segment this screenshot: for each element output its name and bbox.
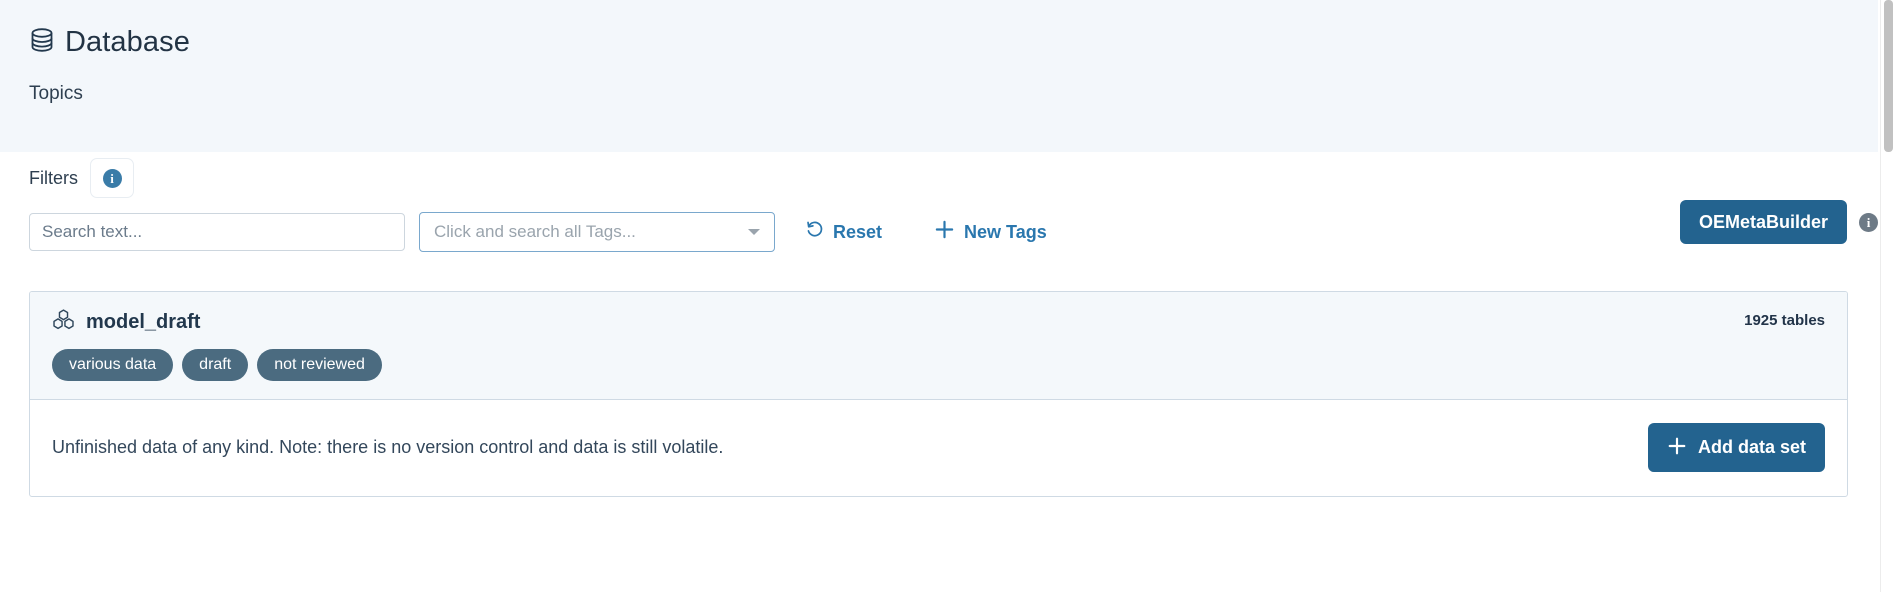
- dataset-table-count: 1925 tables: [1744, 312, 1825, 329]
- oemetabuilder-button[interactable]: OEMetaBuilder: [1679, 200, 1847, 244]
- filters-controls-row: Click and search all Tags... Reset: [0, 204, 1878, 260]
- scrollbar-thumb[interactable]: [1884, 0, 1893, 152]
- reset-button-label: Reset: [833, 221, 883, 242]
- vertical-scrollbar[interactable]: [1880, 0, 1896, 592]
- boxes-icon: [52, 308, 75, 336]
- dataset-card-header: model_draft 1925 tables various data dra…: [30, 292, 1847, 400]
- undo-arrow-icon: [805, 220, 824, 244]
- new-tags-button[interactable]: New Tags: [930, 213, 1051, 251]
- plus-icon: [1667, 436, 1687, 459]
- oemetabuilder-info-icon[interactable]: i: [1859, 212, 1878, 232]
- oemetabuilder-group: OEMetaBuilder i: [1679, 200, 1878, 244]
- filters-label-row: Filters i: [0, 152, 1878, 204]
- dataset-card-title-row: model_draft: [52, 308, 1825, 336]
- app-root: Database Topics Filters i Click and sear…: [0, 0, 1896, 592]
- page-title: Database: [65, 26, 190, 58]
- dataset-tag-list: various data draft not reviewed: [52, 349, 1825, 381]
- dataset-title: model_draft: [86, 311, 201, 333]
- dataset-card: model_draft 1925 tables various data dra…: [29, 291, 1848, 497]
- chevron-down-icon: [748, 229, 760, 235]
- page-header: Database Topics: [0, 0, 1878, 152]
- dataset-tag[interactable]: not reviewed: [257, 349, 382, 381]
- new-tags-button-label: New Tags: [964, 221, 1047, 242]
- tag-select[interactable]: Click and search all Tags...: [419, 212, 775, 252]
- dataset-tag[interactable]: various data: [52, 349, 174, 381]
- page-title-row: Database: [29, 22, 1878, 62]
- database-icon: [29, 26, 55, 59]
- page-subtitle: Topics: [29, 83, 83, 104]
- info-icon: i: [102, 168, 122, 188]
- add-data-set-button[interactable]: Add data set: [1647, 422, 1825, 472]
- dataset-tag[interactable]: draft: [182, 349, 249, 381]
- oemetabuilder-button-label: OEMetaBuilder: [1698, 212, 1828, 232]
- dataset-description: Unfinished data of any kind. Note: there…: [52, 437, 724, 457]
- search-input[interactable]: [29, 213, 405, 251]
- filters-label: Filters: [29, 168, 78, 188]
- add-data-set-button-label: Add data set: [1697, 437, 1806, 457]
- filters-zone: Filters i Click and search all Tags... R…: [0, 152, 1878, 260]
- reset-button[interactable]: Reset: [801, 214, 886, 250]
- tag-select-placeholder: Click and search all Tags...: [434, 222, 636, 241]
- filters-info-button[interactable]: i: [90, 158, 134, 198]
- plus-icon: [934, 219, 955, 245]
- dataset-card-body: Unfinished data of any kind. Note: there…: [30, 400, 1847, 496]
